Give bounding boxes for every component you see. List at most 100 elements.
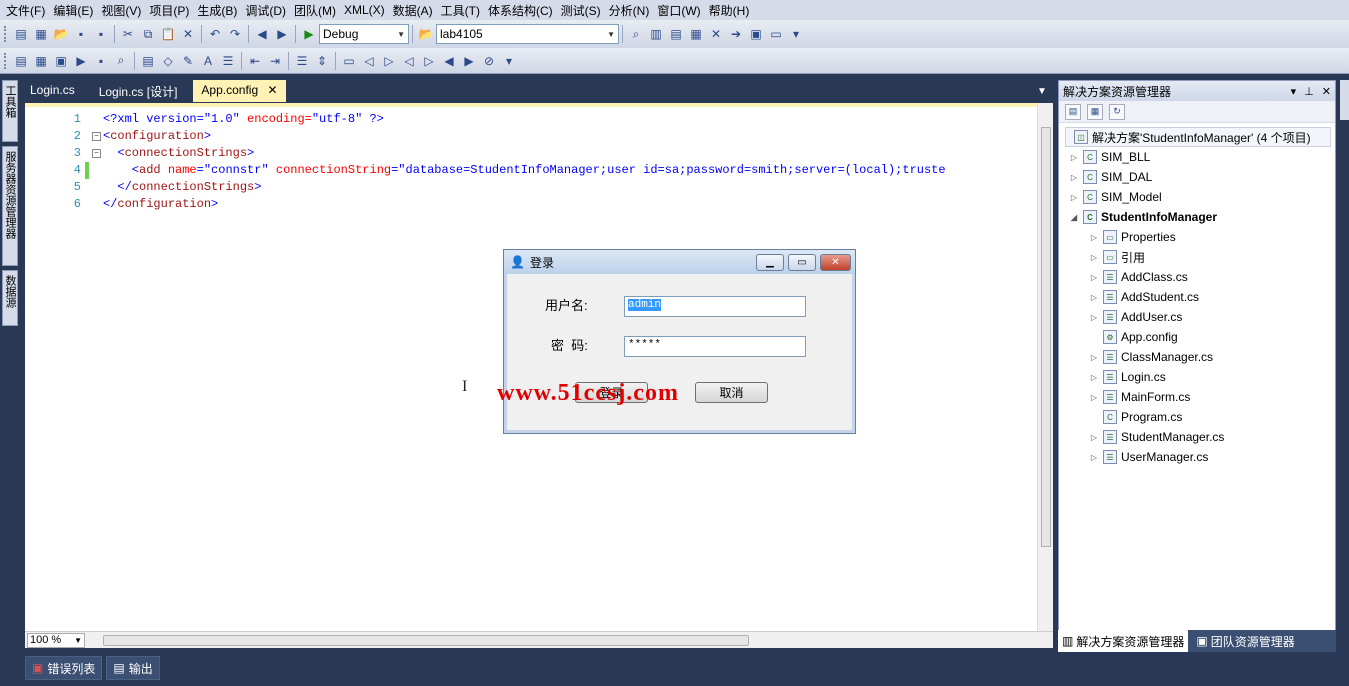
start-page-icon[interactable]: ➔ [727, 25, 745, 43]
tab-app-config[interactable]: App.config ✕ [193, 80, 286, 102]
solution-explorer-header[interactable]: 解决方案资源管理器 ▾ ⊥ ✕ [1059, 81, 1335, 101]
open-file-icon[interactable]: 📂 [52, 25, 70, 43]
menu-item[interactable]: 团队(M) [290, 2, 340, 19]
undo-icon[interactable]: ↶ [206, 25, 224, 43]
tab-error-list[interactable]: ▣ 错误列表 [25, 656, 103, 680]
uncomment-icon[interactable]: ⇕ [313, 52, 331, 70]
next-bookmark-doc-icon[interactable]: ▶ [460, 52, 478, 70]
next-bookmark-icon[interactable]: ▷ [380, 52, 398, 70]
expand-arrow-icon[interactable]: ▷ [1089, 453, 1099, 462]
tree-item[interactable]: ▷ ▭ 引用 [1059, 247, 1335, 267]
find-combo[interactable]: lab4105 ▼ [436, 24, 619, 44]
tag-icon[interactable]: ◇ [159, 52, 177, 70]
tab-login-cs[interactable]: Login.cs [22, 80, 83, 102]
tree-item[interactable]: ▷ ☰ AddUser.cs [1059, 307, 1335, 327]
tree-item[interactable]: ⚙ App.config [1059, 327, 1335, 347]
tab-login-cs-design[interactable]: Login.cs [设计] [91, 80, 186, 102]
minimize-button[interactable]: ▁ [756, 254, 784, 271]
show-all-files-icon[interactable]: ▦ [1087, 103, 1103, 120]
horizontal-scroll-thumb[interactable] [103, 635, 749, 646]
menu-item[interactable]: 生成(B) [193, 2, 241, 19]
tree-item[interactable]: ▷ ☰ Login.cs [1059, 367, 1335, 387]
tree-item[interactable]: ▷ C SIM_DAL [1059, 167, 1335, 187]
menu-item[interactable]: 分析(N) [605, 2, 654, 19]
expand-arrow-icon[interactable]: ▷ [1089, 433, 1099, 442]
navigate-forward-icon[interactable]: ▶ [273, 25, 291, 43]
word-completion-icon[interactable]: ▶ [72, 52, 90, 70]
refresh-icon[interactable]: ↻ [1109, 103, 1125, 120]
bookmark-icon[interactable]: ▪ [92, 52, 110, 70]
highlight-icon[interactable]: ✎ [179, 52, 197, 70]
copy-icon[interactable]: ⧉ [139, 25, 157, 43]
previous-bookmark-folder-icon[interactable]: ◁ [400, 52, 418, 70]
parameter-info-icon[interactable]: ▦ [32, 52, 50, 70]
previous-bookmark-icon[interactable]: ◁ [360, 52, 378, 70]
solution-configuration-combo[interactable]: Debug ▼ [319, 24, 409, 44]
tree-item[interactable]: ◢ C StudentInfoManager [1059, 207, 1335, 227]
tab-team-explorer[interactable]: ▣ 团队资源管理器 [1192, 630, 1298, 652]
delete-icon[interactable]: ✕ [179, 25, 197, 43]
increase-indent-icon[interactable]: ⇥ [266, 52, 284, 70]
close-button[interactable]: ✕ [820, 254, 851, 271]
expand-arrow-icon[interactable]: ▷ [1069, 173, 1079, 182]
menu-item[interactable]: 调试(D) [241, 2, 290, 19]
previous-bookmark-doc-icon[interactable]: ◀ [440, 52, 458, 70]
tree-item[interactable]: ▷ ☰ AddClass.cs [1059, 267, 1335, 287]
next-bookmark-folder-icon[interactable]: ▷ [420, 52, 438, 70]
object-browser-icon[interactable]: ▦ [687, 25, 705, 43]
password-input[interactable]: ***** [624, 336, 806, 357]
list-icon[interactable]: ☰ [219, 52, 237, 70]
dialog-titlebar[interactable]: 👤 登录 ▁ ▭ ✕ [504, 250, 855, 274]
properties-icon[interactable]: ▤ [1065, 103, 1081, 120]
collapse-icon[interactable]: − [92, 132, 101, 141]
menu-item[interactable]: 项目(P) [145, 2, 193, 19]
extension-manager-icon[interactable]: ▣ [747, 25, 765, 43]
toolbar-grip[interactable] [4, 52, 7, 69]
menu-item[interactable]: XML(X) [340, 3, 389, 17]
toolbar-options-icon[interactable]: ▾ [787, 25, 805, 43]
quick-info-icon[interactable]: ▣ [52, 52, 70, 70]
save-icon[interactable]: ▪ [72, 25, 90, 43]
close-icon[interactable]: ✕ [267, 83, 277, 97]
decrease-indent-icon[interactable]: ⇤ [246, 52, 264, 70]
menu-item[interactable]: 体系结构(C) [484, 2, 557, 19]
document-list-dropdown-icon[interactable]: ▼ [1037, 86, 1047, 97]
tree-item[interactable]: ▷ ☰ AddStudent.cs [1059, 287, 1335, 307]
command-window-icon[interactable]: ▭ [767, 25, 785, 43]
maximize-button[interactable]: ▭ [788, 254, 816, 271]
toolbar-options-icon[interactable]: ▾ [500, 52, 518, 70]
tree-item[interactable]: ▷ ☰ MainForm.cs [1059, 387, 1335, 407]
expand-arrow-icon[interactable]: ▷ [1089, 313, 1099, 322]
tree-item[interactable]: ▷ ▭ Properties [1059, 227, 1335, 247]
tree-item[interactable]: ▷ ☰ UserManager.cs [1059, 447, 1335, 467]
expand-arrow-icon[interactable]: ▷ [1089, 293, 1099, 302]
data-sources-tab[interactable]: 数据源 [2, 270, 18, 326]
menu-item[interactable]: 文件(F) [2, 2, 49, 19]
right-tool-strip[interactable] [1340, 80, 1349, 120]
comment-out-icon[interactable]: ☰ [293, 52, 311, 70]
expand-arrow-icon[interactable]: ▷ [1089, 373, 1099, 382]
expand-arrow-icon[interactable]: ▷ [1069, 153, 1079, 162]
display-object-member-list-icon[interactable]: ▤ [12, 52, 30, 70]
zoom-combo[interactable]: 100 % ▼ [27, 632, 85, 648]
paste-icon[interactable]: 📋 [159, 25, 177, 43]
toolbox-tab[interactable]: 工具箱 [2, 80, 18, 142]
tree-item[interactable]: ▷ C SIM_BLL [1059, 147, 1335, 167]
add-item-icon[interactable]: ▦ [32, 25, 50, 43]
window-position-icon[interactable]: ▾ [1291, 85, 1297, 98]
tab-solution-explorer[interactable]: ▥ 解决方案资源管理器 [1058, 630, 1189, 652]
properties-window-icon[interactable]: ▤ [667, 25, 685, 43]
tree-item[interactable]: ▷ ☰ ClassManager.cs [1059, 347, 1335, 367]
server-explorer-tab[interactable]: 服务器资源管理器 [2, 146, 18, 266]
cancel-button[interactable]: 取消 [695, 382, 768, 403]
solution-explorer-icon[interactable]: ▥ [647, 25, 665, 43]
expand-arrow-icon[interactable]: ▷ [1089, 253, 1099, 262]
username-input[interactable]: admin [624, 296, 806, 317]
menu-item[interactable]: 视图(V) [97, 2, 145, 19]
expand-arrow-icon[interactable]: ▷ [1089, 353, 1099, 362]
collapse-arrow-icon[interactable]: ◢ [1069, 213, 1079, 222]
save-all-icon[interactable]: ▪ [92, 25, 110, 43]
tree-item[interactable]: ▷ C SIM_Model [1059, 187, 1335, 207]
tree-item[interactable]: ◫ 解决方案'StudentInfoManager' (4 个项目) [1065, 127, 1331, 147]
cut-icon[interactable]: ✂ [119, 25, 137, 43]
